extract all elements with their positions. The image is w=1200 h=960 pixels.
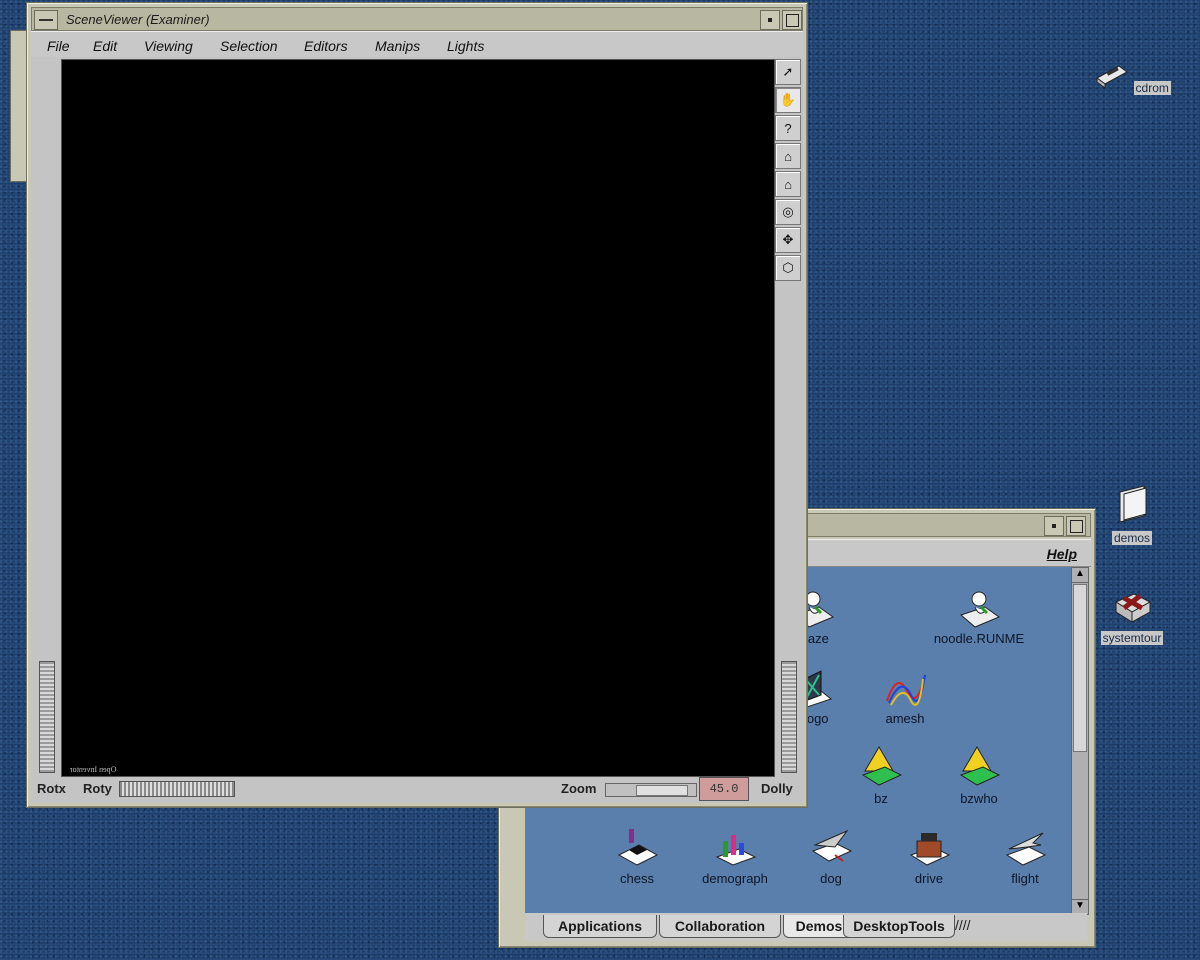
zoom-label: Zoom: [561, 781, 597, 796]
maximize-button[interactable]: [1066, 516, 1086, 536]
tab-desktoptools[interactable]: DesktopTools: [843, 915, 955, 938]
view-all-icon[interactable]: ◎: [775, 199, 801, 225]
tab-collaboration[interactable]: Collaboration: [659, 915, 781, 938]
minimize-button[interactable]: [1044, 516, 1064, 536]
menu-editors[interactable]: Editors: [304, 38, 348, 54]
more-tabs-indicator[interactable]: ////: [955, 917, 971, 933]
scroll-thumb[interactable]: [1073, 584, 1087, 752]
list-item[interactable]: dog: [781, 825, 881, 886]
list-item[interactable]: amesh: [855, 665, 955, 726]
minimize-button[interactable]: [760, 10, 780, 30]
desktop-icon-label: cdrom: [1133, 81, 1171, 95]
set-home-icon[interactable]: ⌂: [775, 171, 801, 197]
chess-icon: [615, 825, 659, 869]
menu-edit[interactable]: Edit: [93, 38, 117, 54]
zoom-slider[interactable]: [605, 783, 697, 797]
menu-manips[interactable]: Manips: [375, 38, 420, 54]
vertical-scrollbar[interactable]: ▲ ▼: [1071, 567, 1089, 915]
item-label: flight: [1011, 871, 1039, 886]
sceneviewer-titlebar[interactable]: SceneViewer (Examiner): [31, 7, 803, 31]
list-item[interactable]: chess: [587, 825, 687, 886]
viewer-toolbar: ➚ ✋ ? ⌂ ⌂ ◎ ✥ ⬡: [775, 59, 801, 283]
seek-icon[interactable]: ✥: [775, 227, 801, 253]
item-label: amesh: [885, 711, 925, 726]
list-item[interactable]: noodle.RUNME: [929, 585, 1029, 646]
script-icon: [957, 585, 1001, 629]
desktop-icon-systemtour[interactable]: systemtour: [1092, 586, 1172, 647]
render-area[interactable]: Open Inventor: [61, 59, 775, 777]
list-item[interactable]: flight: [975, 825, 1071, 886]
list-item[interactable]: bzwho: [929, 745, 1029, 806]
desktop-icon-label: demos: [1111, 531, 1153, 545]
sceneviewer-window[interactable]: SceneViewer (Examiner) File Edit Viewing…: [26, 2, 808, 808]
desktop-icon-demos[interactable]: demos: [1092, 484, 1172, 547]
menu-viewing[interactable]: Viewing: [144, 38, 193, 54]
dolly-thumbwheel[interactable]: [781, 661, 797, 773]
maximize-button[interactable]: [782, 10, 802, 30]
menu-selection[interactable]: Selection: [220, 38, 278, 54]
bz-tank-icon: [957, 745, 1001, 789]
menu-lights[interactable]: Lights: [447, 38, 484, 54]
drive-icon: [907, 825, 951, 869]
desktop-icon-cdrom[interactable]: cdrom: [1092, 56, 1172, 97]
help-menu[interactable]: Help: [1047, 546, 1077, 562]
sceneviewer-menubar: File Edit Viewing Selection Editors Mani…: [31, 31, 803, 59]
list-item[interactable]: bz: [831, 745, 931, 806]
rotx-thumbwheel[interactable]: [39, 661, 55, 773]
question-icon[interactable]: ?: [775, 115, 801, 141]
item-label: chess: [620, 871, 654, 886]
tab-bar: Applications Collaboration Demos Desktop…: [525, 913, 1087, 941]
roty-thumbwheel[interactable]: [119, 781, 235, 797]
arrow-pointer-icon[interactable]: ➚: [775, 59, 801, 85]
rotx-label: Rotx: [37, 781, 66, 796]
item-label: bzwho: [960, 791, 998, 806]
item-label: demograph: [702, 871, 768, 886]
item-label: noodle.RUNME: [933, 631, 1025, 646]
roty-label: Roty: [83, 781, 112, 796]
list-item[interactable]: drive: [879, 825, 979, 886]
flight-icon: [1003, 825, 1047, 869]
perspective-icon[interactable]: ⬡: [775, 255, 801, 281]
amesh-icon: [883, 665, 927, 709]
menu-file[interactable]: File: [47, 38, 70, 54]
folder-icon: [1119, 485, 1147, 523]
gift-box-icon: [1114, 593, 1152, 623]
desktop-icon-label: systemtour: [1100, 631, 1164, 645]
demograph-icon: [713, 825, 757, 869]
zoom-slider-thumb[interactable]: [636, 785, 688, 796]
scroll-up-arrow[interactable]: ▲: [1072, 568, 1088, 583]
window-menu-button[interactable]: [34, 10, 58, 30]
scroll-down-arrow[interactable]: ▼: [1072, 899, 1088, 914]
zoom-value-field[interactable]: 45.0: [699, 777, 749, 801]
list-item[interactable]: demograph: [685, 825, 785, 886]
open-inventor-watermark: Open Inventor: [70, 765, 117, 774]
dolly-label: Dolly: [761, 781, 793, 796]
hand-icon[interactable]: ✋: [775, 87, 801, 113]
item-label: bz: [874, 791, 888, 806]
bz-tank-icon: [859, 745, 903, 789]
window-title: SceneViewer (Examiner): [66, 12, 210, 27]
item-label: dog: [820, 871, 842, 886]
tab-applications[interactable]: Applications: [543, 915, 657, 938]
cdrom-icon: [1096, 65, 1129, 89]
dog-icon: [809, 825, 853, 869]
item-label: drive: [914, 871, 944, 886]
viewer-panel: Open Inventor ➚ ✋ ? ⌂ ⌂ ◎ ✥ ⬡ Rotx Roty …: [31, 57, 803, 803]
home-icon[interactable]: ⌂: [775, 143, 801, 169]
